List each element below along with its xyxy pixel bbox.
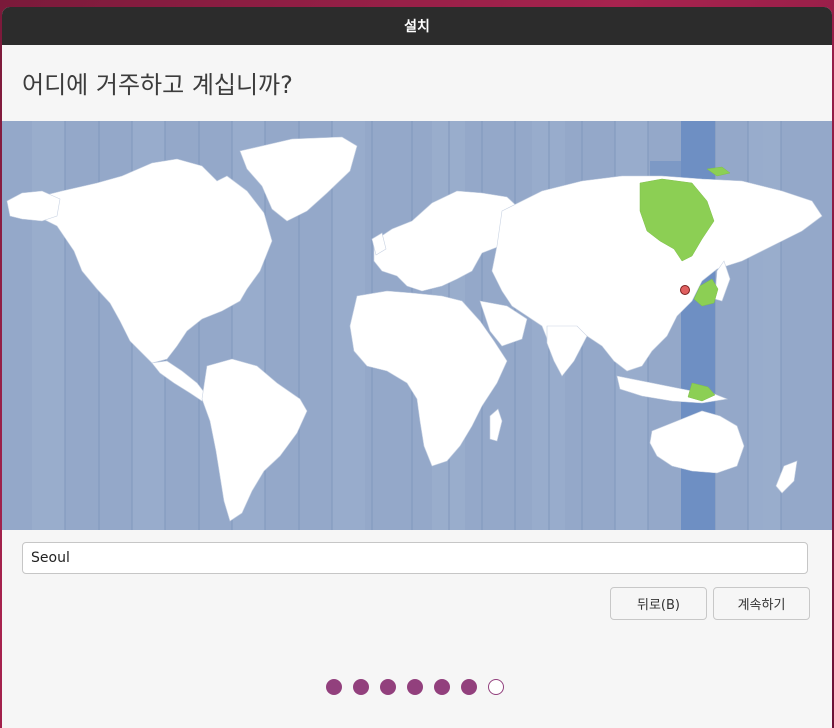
progress-dots: [326, 679, 504, 695]
progress-dot: [353, 679, 369, 695]
continue-button[interactable]: 계속하기: [713, 587, 810, 620]
progress-dot: [380, 679, 396, 695]
progress-dot: [461, 679, 477, 695]
page-heading: 어디에 거주하고 계십니까?: [22, 71, 293, 99]
progress-dot-current: [488, 679, 504, 695]
back-button[interactable]: 뒤로(B): [610, 587, 707, 620]
installer-window: 설치 어디에 거주하고 계십니까? Seoul 뒤로(B) 계속하기: [2, 7, 832, 728]
timezone-map[interactable]: [2, 121, 832, 530]
city-search-input[interactable]: [22, 542, 808, 574]
title-bar: 설치: [2, 7, 832, 45]
location-marker: [680, 285, 690, 295]
window-title: 설치: [404, 19, 430, 35]
progress-dot: [407, 679, 423, 695]
progress-dot: [434, 679, 450, 695]
progress-dot: [326, 679, 342, 695]
